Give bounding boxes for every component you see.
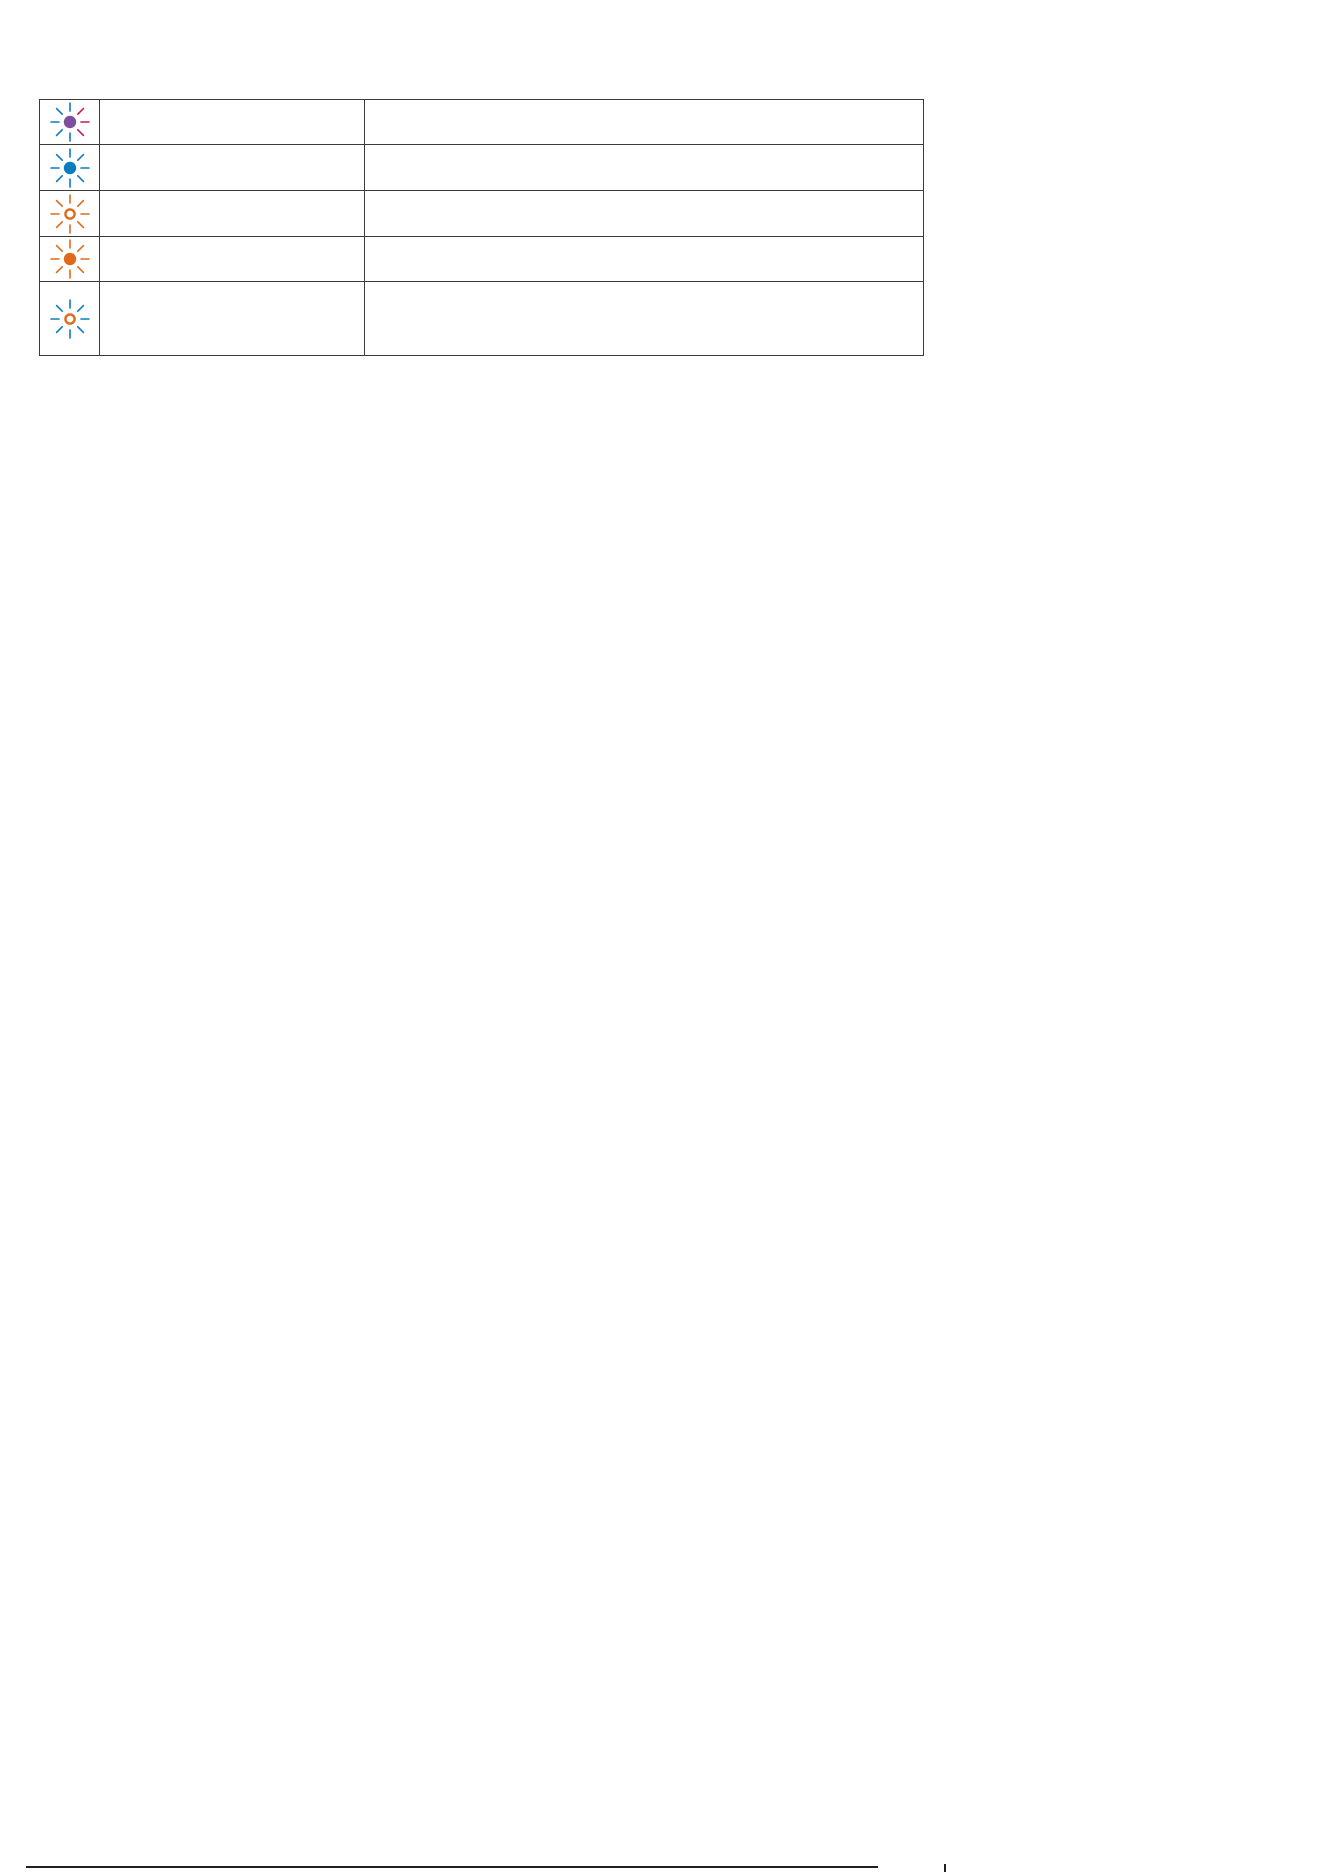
indicator-icon-cell [39, 99, 100, 145]
light-ray [76, 174, 84, 182]
indicator-status-table [39, 99, 924, 356]
table-row [39, 236, 924, 282]
light-ray [76, 128, 84, 137]
indicator-state [99, 281, 365, 356]
light-center [63, 115, 76, 129]
light-ray [55, 244, 63, 253]
light-ray [55, 174, 63, 182]
light-ray [55, 128, 63, 137]
light-ray [76, 325, 84, 333]
light-ray [55, 107, 63, 116]
light-center [63, 161, 76, 174]
footer-rule [26, 1866, 878, 1868]
footer-mark [944, 1864, 946, 1872]
light-ray [76, 199, 84, 207]
light-ray [76, 220, 84, 228]
light-ray [76, 153, 84, 161]
light-ray [76, 265, 84, 274]
indicator-description [364, 99, 924, 145]
light-ray [55, 220, 63, 228]
indicator-icon-cell [39, 144, 100, 191]
indicator-icon-cell [39, 190, 100, 237]
indicator-state [99, 190, 365, 237]
table-row [39, 144, 924, 191]
indicator-state [99, 144, 365, 191]
light-ray [55, 265, 63, 274]
indicator-description [364, 281, 924, 356]
light-center [63, 207, 76, 220]
indicator-description [364, 236, 924, 282]
light-ray [55, 199, 63, 207]
light-ray [76, 244, 84, 253]
light-ray [76, 304, 84, 312]
light-ray [55, 304, 63, 312]
indicator-icon-cell [39, 281, 100, 356]
light-center [63, 252, 76, 266]
light-center [63, 312, 76, 325]
table-row [39, 281, 924, 356]
indicator-state [99, 236, 365, 282]
indicator-state [99, 99, 365, 145]
blinking-orange-ring-light-icon [49, 193, 90, 234]
blinking-blue-light-icon [49, 147, 90, 188]
alternating-blue-orange-light-icon [49, 298, 90, 339]
indicator-icon-cell [39, 236, 100, 282]
blinking-orange-light-icon [49, 239, 90, 279]
indicator-description [364, 144, 924, 191]
indicator-description [364, 190, 924, 237]
light-ray [55, 325, 63, 333]
blinking-purple-light-icon [49, 102, 90, 142]
table-row [39, 190, 924, 237]
table-row [39, 99, 924, 145]
light-ray [55, 153, 63, 161]
light-ray [76, 107, 84, 116]
